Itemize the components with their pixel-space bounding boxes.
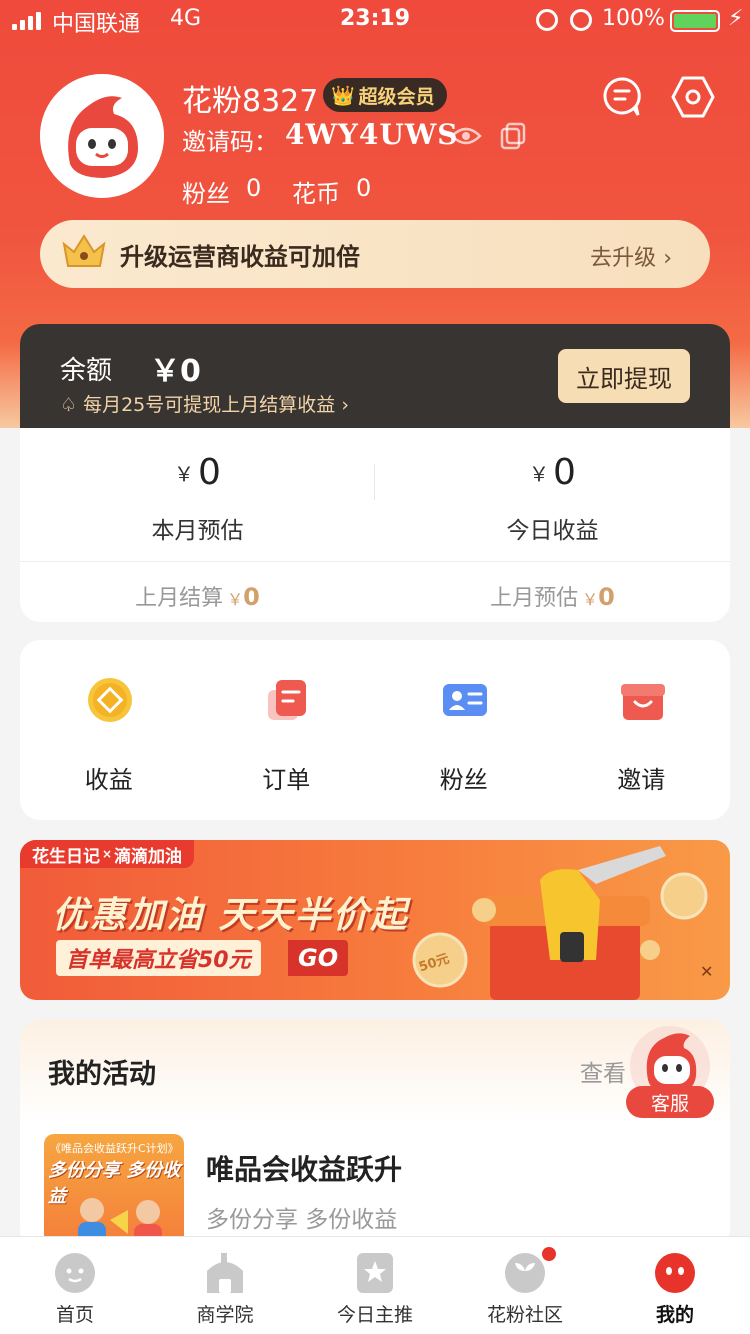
divider [20, 561, 730, 562]
promo-go-button[interactable]: GO [288, 940, 349, 976]
withdraw-button[interactable]: 立即提现 [558, 349, 690, 403]
bell-icon: ♤ [60, 394, 78, 416]
last-month-settled-label: 上月结算 [135, 586, 224, 611]
tab-label: 今日主推 [336, 1304, 413, 1326]
currency-symbol: ￥ [529, 462, 550, 486]
promo-tag-partner: 滴滴加油 [114, 846, 183, 867]
gold-crown-icon [60, 232, 108, 276]
chevron-right-icon: › [341, 394, 349, 416]
action-fans[interactable]: 粉丝 [375, 640, 553, 820]
last-month-estimate[interactable]: 上月预估 ￥0 [375, 580, 730, 612]
tab-label: 商学院 [196, 1304, 254, 1326]
notification-dot [542, 1247, 556, 1261]
tab-bar: 首页 商学院 今日主推 花粉社区 我的 [0, 1236, 750, 1334]
action-invite[interactable]: 邀请 [553, 640, 731, 820]
activities-title: 我的活动 [48, 1059, 156, 1090]
withdraw-tip-text: 每月25号可提现上月结算收益 [83, 394, 336, 416]
upgrade-link[interactable]: 去升级 › [590, 240, 672, 272]
month-estimate[interactable]: ￥ 0 本月预估 [20, 452, 375, 545]
currency-symbol: ￥ [227, 590, 244, 609]
star-icon [357, 1253, 393, 1293]
battery-percent: 100% [602, 6, 665, 31]
invite-gift-icon [620, 684, 665, 720]
tab-label: 花粉社区 [486, 1304, 563, 1326]
upgrade-link-label: 去升级 [590, 246, 657, 271]
fuel-promo-banner[interactable]: 花生日记 × 滴滴加油 优惠加油 天天半价起 首单最高立省50元 GO 50元 … [20, 840, 730, 1000]
promo-tag: 花生日记 × 滴滴加油 [20, 840, 195, 868]
coins-count[interactable]: 0 [356, 174, 371, 202]
balance-label: 余额 [60, 356, 113, 386]
balance-card: 余额 ￥0 ♤ 每月25号可提现上月结算收益 › 立即提现 [20, 324, 730, 428]
withdraw-tip[interactable]: ♤ 每月25号可提现上月结算收益 › [60, 390, 349, 417]
earnings-coin-icon [88, 678, 132, 722]
vip-badge: 👑 超级会员 [323, 78, 447, 112]
action-earnings[interactable]: 收益 [20, 640, 198, 820]
fans-id-card-icon [443, 684, 487, 716]
action-label: 邀请 [617, 766, 666, 794]
view-more-link[interactable]: 查看 [580, 1054, 626, 1088]
charging-icon: ⚡ [728, 6, 744, 31]
tab-community[interactable]: 花粉社区 [450, 1237, 600, 1334]
earnings-card: ￥ 0 本月预估 ￥ 0 今日收益 上月结算 ￥0 上月预估 ￥0 [20, 428, 730, 622]
last-month-settled-value: 0 [243, 583, 260, 611]
action-orders[interactable]: 订单 [198, 640, 376, 820]
month-estimate-value: 0 [198, 452, 221, 493]
currency-symbol: ￥ [174, 462, 195, 486]
promo-subtitle: 首单最高立省50元 [56, 940, 261, 976]
crown-icon: 👑 [331, 84, 355, 107]
activity-description: 多份分享 多份收益 [206, 1207, 398, 1233]
eye-icon[interactable] [450, 124, 482, 152]
rotation-lock-icon [536, 9, 558, 31]
coins-label: 花币 [292, 180, 340, 208]
upgrade-banner[interactable]: 升级运营商收益可加倍 去升级 › [40, 220, 710, 288]
status-bar: 中国联通 4G 23:19 100% ⚡ [0, 0, 750, 40]
last-month-settled[interactable]: 上月结算 ￥0 [20, 580, 375, 612]
today-earnings-label: 今日收益 [506, 518, 599, 544]
invite-code: 4WY4UWS [285, 118, 459, 151]
currency-symbol: ￥ [582, 590, 599, 609]
fuel-nozzle-chest-illustration [412, 846, 708, 1000]
today-earnings-value: 0 [553, 452, 576, 493]
tab-label: 我的 [655, 1304, 694, 1326]
balance-amount: ￥0 [150, 354, 201, 389]
message-icon[interactable] [602, 76, 642, 122]
nickname: 花粉8327 [182, 84, 319, 119]
action-label: 订单 [262, 766, 311, 794]
alarm-icon [570, 9, 592, 31]
tab-featured[interactable]: 今日主推 [300, 1237, 450, 1334]
month-estimate-label: 本月预估 [151, 518, 244, 544]
vip-badge-label: 超级会员 [358, 85, 435, 108]
avatar[interactable] [40, 74, 164, 198]
school-icon [207, 1253, 243, 1293]
fans-label: 粉丝 [182, 180, 230, 208]
customer-service-label: 客服 [626, 1086, 714, 1118]
last-month-estimate-value: 0 [598, 583, 615, 611]
activity-name[interactable]: 唯品会收益跃升 [206, 1148, 402, 1188]
copy-icon[interactable] [500, 122, 526, 154]
tab-home[interactable]: 首页 [0, 1237, 150, 1334]
action-label: 粉丝 [439, 766, 488, 794]
battery-icon [670, 10, 720, 32]
settings-icon[interactable] [670, 74, 716, 124]
quick-actions: 收益 订单 粉丝 邀请 [20, 640, 730, 820]
home-face-icon [55, 1253, 95, 1293]
fans-count[interactable]: 0 [246, 174, 261, 202]
profile-face-icon [655, 1253, 695, 1293]
tab-school[interactable]: 商学院 [150, 1237, 300, 1334]
upgrade-text: 升级运营商收益可加倍 [120, 242, 360, 271]
close-icon[interactable]: ✕ [700, 962, 713, 981]
sprout-icon [505, 1253, 545, 1293]
order-document-icon [267, 680, 306, 720]
action-label: 收益 [84, 766, 133, 794]
chevron-right-icon: › [663, 246, 672, 271]
invite-code-label: 邀请码： [182, 128, 278, 156]
promo-tag-brand: 花生日记 [32, 846, 100, 867]
customer-service-button[interactable]: 客服 [624, 1022, 716, 1118]
tab-mine[interactable]: 我的 [600, 1237, 750, 1334]
promo-title: 优惠加油 天天半价起 [52, 895, 409, 936]
last-month-estimate-label: 上月预估 [490, 586, 579, 611]
tab-label: 首页 [55, 1304, 94, 1326]
today-earnings[interactable]: ￥ 0 今日收益 [375, 452, 730, 545]
thumb-caption: 《唯品会收益跃升C计划》 [50, 1142, 179, 1155]
